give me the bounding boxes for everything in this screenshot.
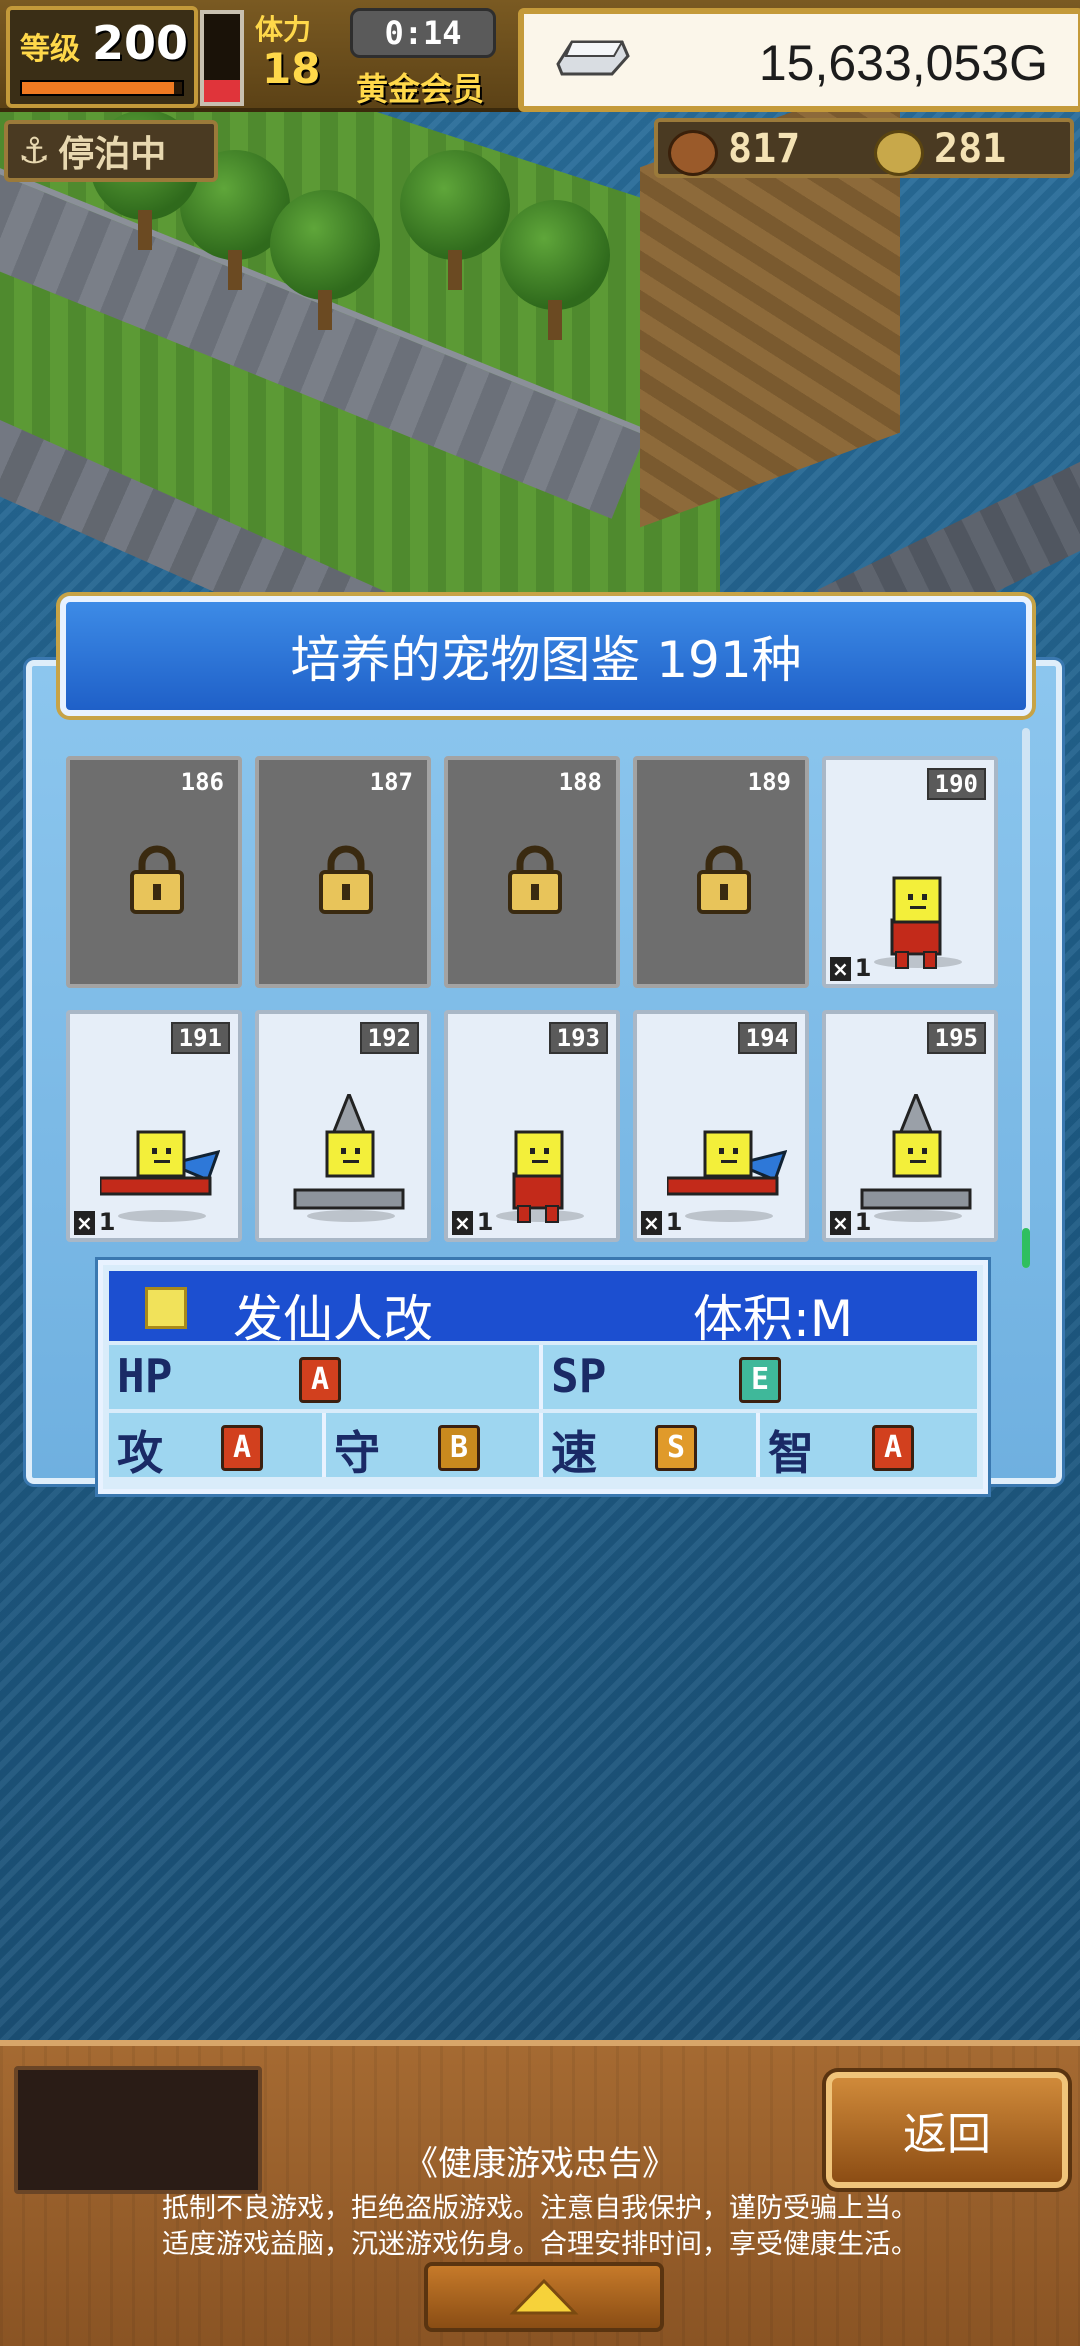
stat-label: 攻 (117, 1426, 163, 1480)
card-count: 1 (452, 1208, 494, 1236)
card-number: 187 (369, 768, 413, 796)
stamina-gauge (200, 10, 244, 106)
pet-card-locked[interactable]: 186 (66, 756, 242, 988)
stat-sp: SP E (543, 1345, 977, 1409)
medal-icon (874, 130, 924, 176)
dialog-title: 培养的宠物图鉴 191种 (290, 631, 802, 689)
docked-label: 停泊中 (58, 134, 167, 175)
up-triangle-icon (509, 2278, 579, 2315)
stat-row-hp-sp: HP A SP E (109, 1345, 977, 1409)
grade-badge: S (655, 1425, 697, 1471)
card-number: 190 (926, 768, 986, 800)
pet-sprite (667, 1130, 787, 1222)
gold-member-badge[interactable]: 黄金会员 (356, 64, 484, 110)
grade-badge: A (299, 1357, 341, 1403)
card-count: 1 (830, 954, 872, 982)
level-label: 等级 (20, 32, 80, 67)
pet-card-locked[interactable]: 188 (444, 756, 620, 988)
stat-label: 智 (768, 1426, 814, 1480)
pet-card[interactable]: 1901 (822, 756, 998, 988)
tree (270, 190, 380, 330)
pet-info-panel: 发仙人改 体积:M HP A SP E 攻 A 守 B 速 S 智 A (98, 1260, 988, 1494)
grade-badge: E (739, 1357, 781, 1403)
stat-attack: 攻 A (109, 1413, 326, 1480)
lock-icon (319, 845, 373, 914)
stat-label: HP (117, 1349, 173, 1403)
card-number: 189 (747, 768, 791, 796)
card-number: 194 (737, 1022, 797, 1054)
card-count: 1 (641, 1208, 683, 1236)
pet-card[interactable]: 1951 (822, 1010, 998, 1242)
health-notice-line: 抵制不良游戏，拒绝盗版游戏。注意自我保护，谨防受骗上当。 (162, 2193, 918, 2224)
level-progress-fill (22, 82, 174, 94)
grade-badge: B (438, 1425, 480, 1471)
stat-defense: 守 B (326, 1413, 543, 1480)
food-count: 817 (728, 126, 801, 172)
pet-sprite (100, 1130, 220, 1222)
money-box: 15,633,053G (518, 8, 1080, 112)
stat-label: SP (551, 1349, 607, 1403)
level-value: 200 (92, 16, 189, 70)
money-value: 15,633,053G (758, 35, 1048, 91)
pet-card-locked[interactable]: 189 (633, 756, 809, 988)
pet-sprite (293, 1094, 405, 1222)
stat-label: 守 (334, 1426, 380, 1480)
top-hud: 等级 200 体力 18 0:14 黄金会员 15,633,053G (0, 0, 1080, 112)
pet-card[interactable]: 1941 (633, 1010, 809, 1242)
pet-card[interactable]: 1911 (66, 1010, 242, 1242)
pet-type-icon (145, 1287, 187, 1329)
pet-card-locked[interactable]: 187 (255, 756, 431, 988)
stat-hp: HP A (109, 1345, 543, 1409)
meat-icon (668, 130, 718, 176)
card-count: 1 (74, 1208, 116, 1236)
stat-row-attributes: 攻 A 守 B 速 S 智 A (109, 1413, 977, 1480)
bottom-panel: 返回 《健康游戏忠告》 抵制不良游戏，拒绝盗版游戏。注意自我保护，谨防受骗上当。… (0, 2040, 1080, 2346)
card-number: 191 (170, 1022, 230, 1054)
medal-count: 281 (934, 126, 1007, 172)
lock-icon (130, 845, 184, 914)
health-notice-title: 《健康游戏忠告》 (404, 2144, 676, 2184)
grade-badge: A (872, 1425, 914, 1471)
stamina-label: 体力 (255, 13, 312, 46)
pet-info-header: 发仙人改 体积:M (109, 1271, 977, 1348)
pet-card[interactable]: 1931 (444, 1010, 620, 1242)
pet-card[interactable]: 192 (255, 1010, 431, 1242)
resources-bar: 817 281 (654, 118, 1074, 178)
anchor-icon: ⚓ (18, 130, 51, 172)
dialog-title-bar: 培养的宠物图鉴 191种 (60, 596, 1032, 716)
pet-sprite (496, 1130, 584, 1223)
card-number: 192 (359, 1022, 419, 1054)
grade-badge: A (221, 1425, 263, 1471)
card-count: 1 (830, 1208, 872, 1236)
level-progress-bar (20, 80, 184, 96)
pet-sprite (860, 1094, 972, 1222)
stat-speed: 速 S (543, 1413, 760, 1480)
lock-icon (697, 845, 751, 914)
expand-button[interactable] (424, 2262, 664, 2332)
stamina-gauge-fill (204, 80, 240, 102)
scrollbar[interactable] (1022, 728, 1030, 1268)
stamina-timer: 0:14 (350, 8, 496, 58)
scrollbar-thumb[interactable] (1022, 1228, 1030, 1268)
docked-status: ⚓ 停泊中 (4, 120, 218, 182)
level-box: 等级 200 (6, 6, 198, 108)
pet-size: 体积:M (693, 1290, 853, 1348)
card-number: 188 (558, 768, 602, 796)
card-number: 195 (926, 1022, 986, 1054)
card-number: 186 (180, 768, 224, 796)
pet-name: 发仙人改 (233, 1290, 433, 1348)
card-number: 193 (548, 1022, 608, 1054)
tree (500, 200, 610, 340)
tree (400, 150, 510, 290)
stat-label: 速 (551, 1426, 597, 1480)
lock-icon (508, 845, 562, 914)
stamina-value: 18 (262, 44, 321, 93)
silver-ingot-icon (556, 40, 630, 76)
stat-intelligence: 智 A (760, 1413, 977, 1480)
pet-sprite (874, 876, 962, 969)
health-notice-line: 适度游戏益脑，沉迷游戏伤身。合理安排时间，享受健康生活。 (162, 2229, 918, 2260)
